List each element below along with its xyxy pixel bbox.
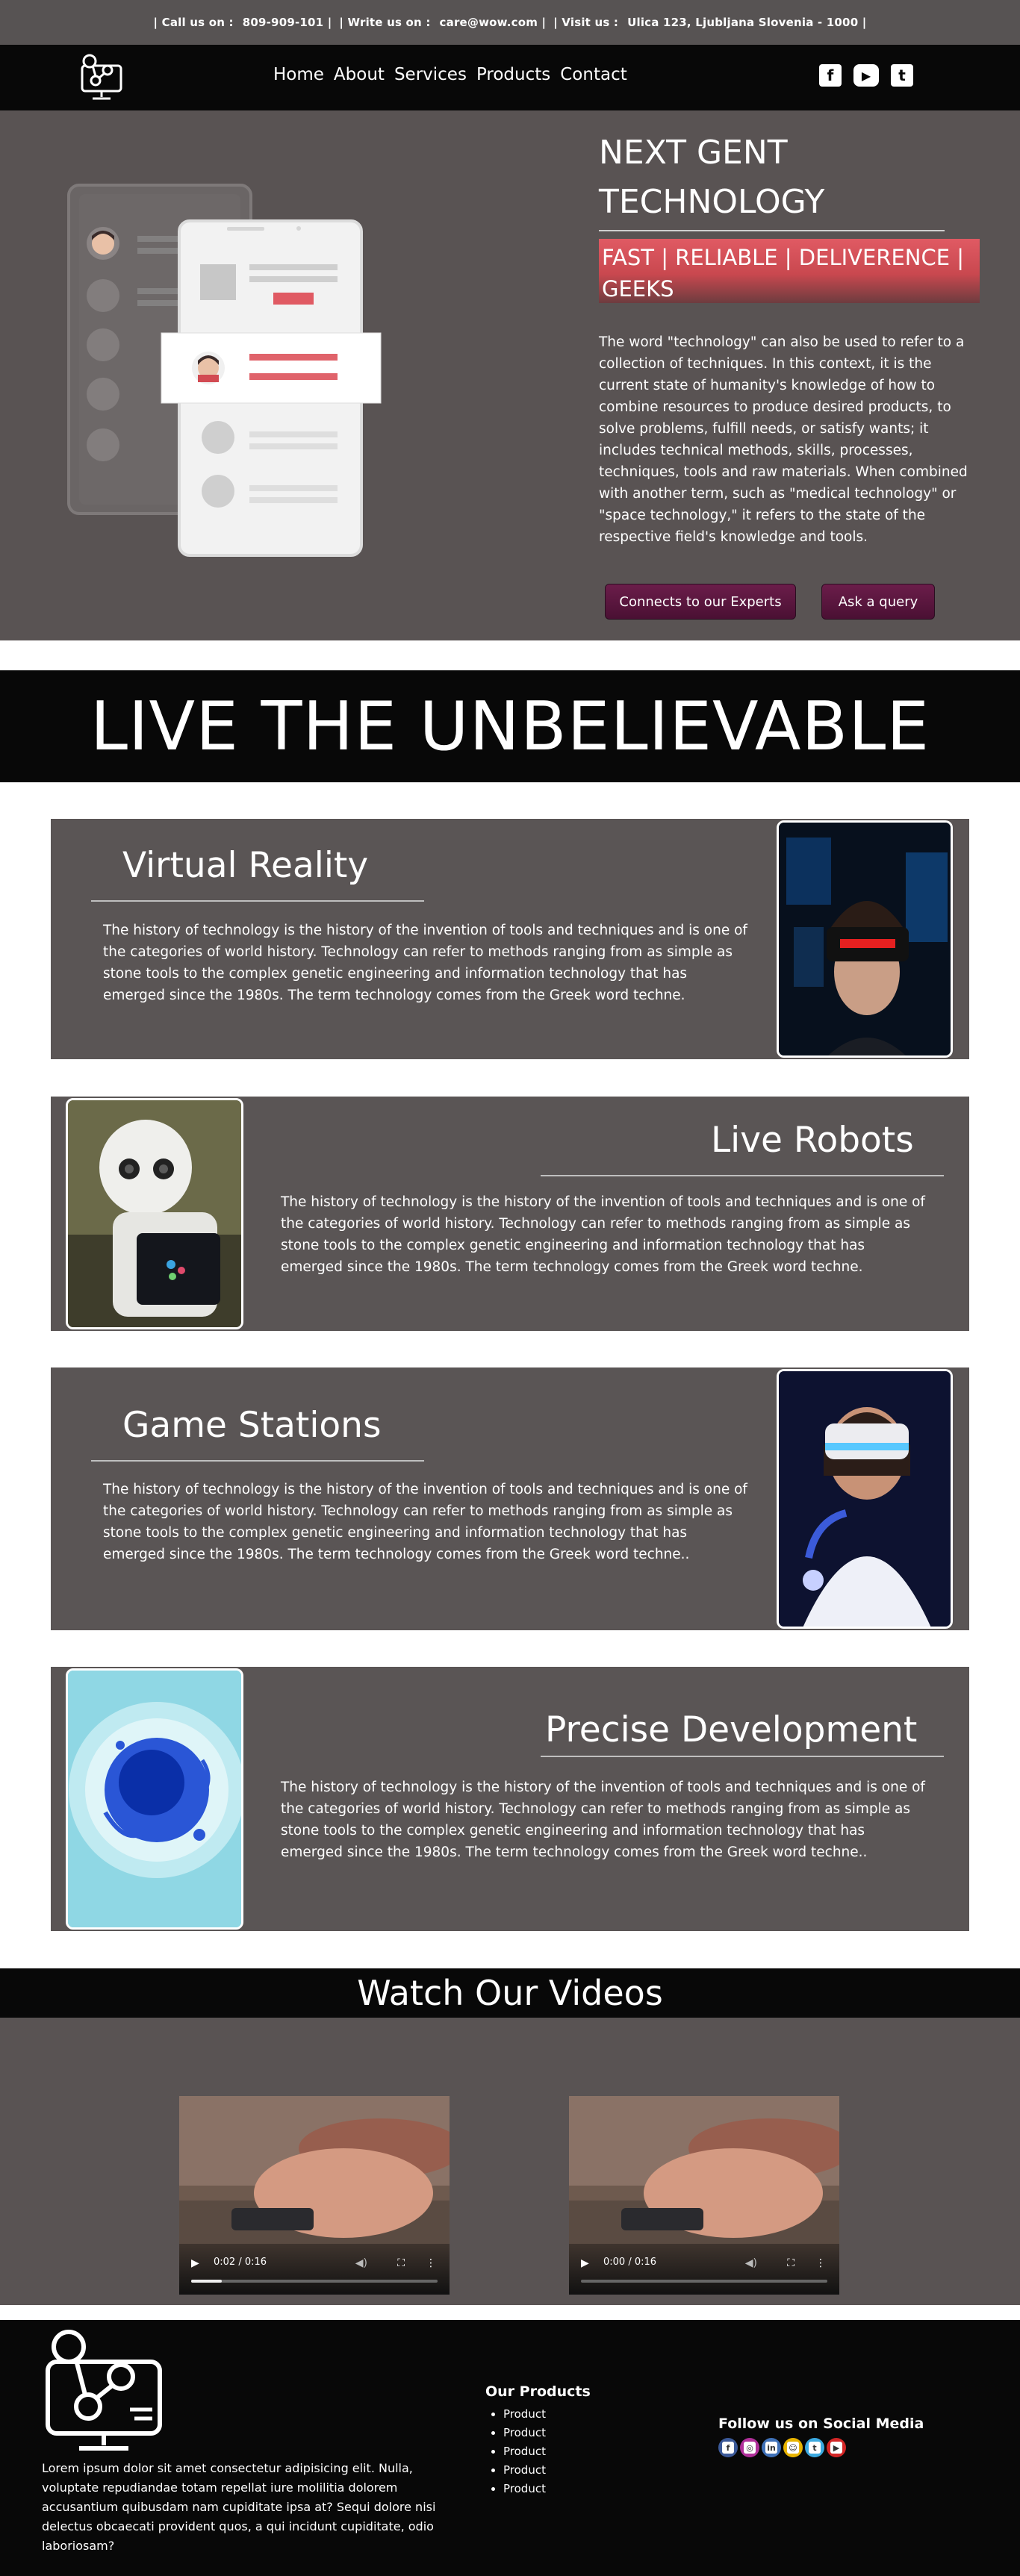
snapchat-icon[interactable]: ☺	[783, 2438, 803, 2457]
write-label: | Write us on :	[339, 16, 431, 29]
facebook-icon[interactable]: f	[819, 64, 842, 87]
product-link[interactable]: Product	[503, 2442, 546, 2461]
connect-experts-button[interactable]: Connects to our Experts	[605, 584, 796, 620]
twitter-icon[interactable]: t	[805, 2438, 824, 2457]
nav-products[interactable]: Products	[476, 65, 550, 84]
linkedin-icon[interactable]: in	[762, 2438, 781, 2457]
feature-text: The history of technology is the history…	[281, 1194, 925, 1275]
fullscreen-icon[interactable]: ⛶	[787, 2257, 794, 2269]
headline-banner: LIVE THE UNBELIEVABLE	[0, 670, 1020, 782]
video-progress[interactable]	[191, 2280, 438, 2283]
video-player[interactable]: ▶ 0:00 / 0:16 ◀) ⛶ ⋮	[569, 2096, 839, 2295]
feature-title: Virtual Reality	[122, 845, 369, 886]
video-controls	[569, 2244, 839, 2295]
product-link[interactable]: Product	[503, 2480, 546, 2498]
video-player[interactable]: ▶ 0:02 / 0:16 ◀) ⛶ ⋮	[179, 2096, 450, 2295]
email-link[interactable]: care@wow.com |	[440, 16, 547, 29]
video-progress[interactable]	[581, 2280, 827, 2283]
instagram-icon[interactable]: ◎	[740, 2438, 759, 2457]
nav-home[interactable]: Home	[273, 65, 324, 84]
robot-photo	[66, 1098, 243, 1329]
feature-divider	[91, 1460, 424, 1462]
feature-text: The history of technology is the history…	[103, 1482, 747, 1562]
video-time: 0:02 / 0:16	[214, 2257, 267, 2268]
video-progress-fill	[191, 2280, 223, 2283]
main-nav: Home About Services Products Contact	[273, 65, 637, 84]
hero-divider	[599, 230, 945, 231]
youtube-icon[interactable]: ▶	[853, 64, 879, 87]
feature-divider	[541, 1175, 944, 1176]
product-link[interactable]: Product	[503, 2461, 546, 2480]
products-heading: Our Products	[485, 2383, 591, 2400]
phone-app-illustration	[67, 184, 382, 557]
follow-heading: Follow us on Social Media	[718, 2416, 924, 2432]
banner-headline: LIVE THE UNBELIEVABLE	[90, 687, 930, 766]
feature-divider	[91, 900, 424, 902]
hero-title: NEXT GENT TECHNOLOGY	[599, 134, 825, 221]
feature-title: Precise Development	[545, 1709, 918, 1750]
product-link[interactable]: Product	[503, 2424, 546, 2442]
videos-heading: Watch Our Videos	[0, 1968, 1020, 2018]
social-links: f ◎ in ☺ t ▶	[718, 2438, 846, 2457]
videos-section	[0, 2018, 1020, 2305]
game-vr-photo	[777, 1369, 953, 1629]
feature-title: Game Stations	[122, 1405, 382, 1446]
footer-about-text: Lorem ipsum dolor sit amet consectetur a…	[42, 2461, 436, 2553]
hero-tagline: FAST | RELIABLE | DELIVERENCE | GEEKS	[599, 239, 980, 303]
vr-headset-photo	[777, 820, 953, 1058]
nav-about[interactable]: About	[334, 65, 385, 84]
facebook-icon[interactable]: f	[718, 2438, 738, 2457]
feature-divider	[541, 1756, 944, 1757]
nav-contact[interactable]: Contact	[560, 65, 626, 84]
logo-icon[interactable]	[78, 52, 125, 102]
ink-drop-photo	[66, 1668, 243, 1930]
address-text: Ulica 123, Ljubljana Slovenia - 1000 |	[627, 16, 867, 29]
call-label: | Call us on :	[153, 16, 234, 29]
phone-number[interactable]: 809-909-101 |	[243, 16, 332, 29]
volume-icon[interactable]: ◀)	[745, 2257, 757, 2269]
play-icon[interactable]: ▶	[581, 2257, 589, 2269]
twitter-icon[interactable]: t	[891, 64, 913, 87]
logo-icon[interactable]	[40, 2327, 167, 2454]
feature-title: Live Robots	[711, 1120, 914, 1161]
volume-icon[interactable]: ◀)	[355, 2257, 367, 2269]
fullscreen-icon[interactable]: ⛶	[397, 2257, 405, 2269]
video-time: 0:00 / 0:16	[603, 2257, 657, 2268]
more-options-icon[interactable]: ⋮	[815, 2257, 826, 2269]
more-options-icon[interactable]: ⋮	[426, 2257, 436, 2269]
products-list: Product Product Product Product Product	[503, 2405, 546, 2498]
play-icon[interactable]: ▶	[191, 2257, 199, 2269]
nav-services[interactable]: Services	[394, 65, 467, 84]
ask-query-button[interactable]: Ask a query	[821, 584, 935, 620]
hero-description: The word "technology" can also be used t…	[599, 334, 968, 545]
visit-label: | Visit us :	[553, 16, 619, 29]
feature-text: The history of technology is the history…	[281, 1780, 925, 1860]
youtube-icon[interactable]: ▶	[827, 2438, 846, 2457]
feature-text: The history of technology is the history…	[103, 923, 747, 1003]
video-controls	[179, 2244, 450, 2295]
product-link[interactable]: Product	[503, 2405, 546, 2424]
contact-bar: | Call us on : 809-909-101 | | Write us …	[0, 0, 1020, 45]
